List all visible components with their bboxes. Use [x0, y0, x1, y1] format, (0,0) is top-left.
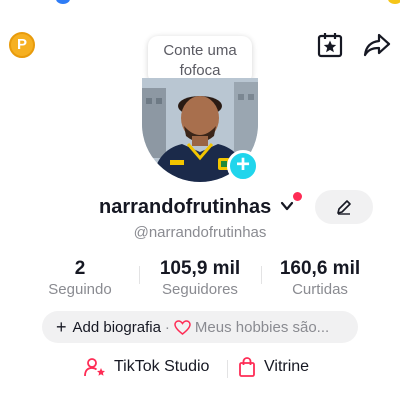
vitrine-label: Vitrine	[264, 358, 310, 375]
stat-followers[interactable]: 105,9 mil Seguidores	[150, 258, 250, 300]
add-bio-button[interactable]: Add biografia	[73, 319, 161, 336]
stat-likes[interactable]: 160,6 mil Curtidas	[268, 258, 372, 300]
top-partial-icon-left	[56, 0, 70, 4]
stat-likes-value: 160,6 mil	[279, 258, 361, 279]
stat-divider	[139, 266, 140, 284]
tiktok-studio-label: TikTok Studio	[114, 358, 210, 375]
calendar-star-icon	[317, 33, 343, 58]
edit-profile-button[interactable]	[315, 190, 373, 224]
shopping-bag-icon	[239, 357, 255, 377]
coin-icon[interactable]: P	[9, 32, 35, 58]
stat-likes-label: Curtidas	[292, 281, 348, 298]
stat-followers-value: 105,9 mil	[159, 258, 241, 279]
separator-dot: ·	[164, 318, 170, 336]
profile-links: TikTok Studio Vitrine	[0, 357, 400, 381]
username[interactable]: narrandofrutinhas	[99, 196, 271, 219]
heart-icon	[174, 319, 191, 335]
hobbies-button[interactable]: Meus hobbies são...	[195, 319, 329, 336]
top-partial-icon-right	[388, 0, 400, 4]
person-star-icon	[84, 358, 105, 377]
bio-pill[interactable]: + Add biografia · Meus hobbies são...	[42, 311, 358, 343]
calendar-star-button[interactable]	[315, 30, 345, 60]
add-avatar-button[interactable]: +	[227, 150, 259, 182]
pencil-icon	[337, 200, 351, 215]
share-icon	[363, 33, 391, 57]
vitrine-link[interactable]: Vitrine	[238, 357, 309, 377]
bubble-text-line1: Conte uma	[163, 42, 237, 59]
link-divider	[227, 360, 228, 378]
chevron-down-icon[interactable]	[280, 199, 294, 213]
stat-divider	[261, 266, 262, 284]
tiktok-studio-link[interactable]: TikTok Studio	[84, 357, 209, 377]
plus-icon: +	[56, 317, 67, 337]
status-bubble[interactable]: Conte uma fofoca	[148, 36, 252, 84]
stat-following-value: 2	[74, 258, 86, 279]
stat-followers-label: Seguidores	[162, 281, 238, 298]
share-button[interactable]	[362, 30, 392, 60]
notification-dot	[293, 192, 302, 201]
stat-following-label: Seguindo	[48, 281, 112, 298]
stat-following[interactable]: 2 Seguindo	[40, 258, 120, 300]
user-handle: @narrandofrutinhas	[133, 224, 267, 241]
